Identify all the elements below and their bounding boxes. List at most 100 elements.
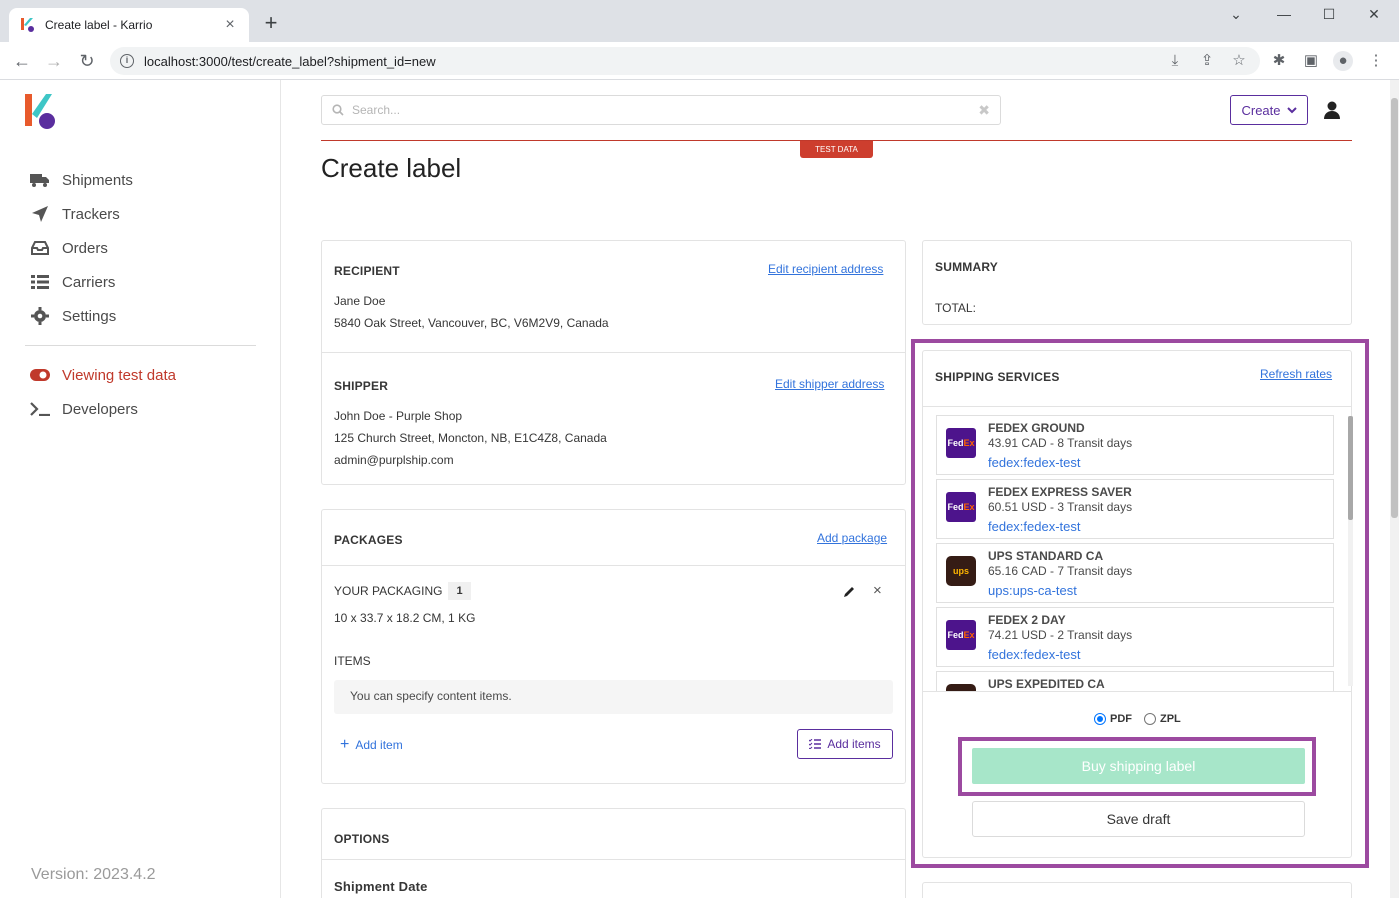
sidebar-item-settings[interactable]: Settings bbox=[30, 307, 116, 325]
packages-card: PACKAGES Add package YOUR PACKAGING 1 × … bbox=[321, 509, 906, 784]
inbox-icon bbox=[30, 239, 50, 257]
sidebar-item-label: Shipments bbox=[62, 171, 133, 189]
page-scrollbar[interactable] bbox=[1390, 80, 1399, 898]
tab-search-icon[interactable]: ⌄ bbox=[1222, 6, 1250, 23]
list-icon bbox=[30, 273, 50, 291]
total-label: TOTAL: bbox=[935, 301, 976, 315]
clear-search-icon[interactable]: ✖ bbox=[978, 102, 990, 119]
edit-pencil-icon[interactable] bbox=[842, 585, 856, 599]
page-title: Create label bbox=[321, 153, 462, 183]
browser-tab-bar: Create label - Karrio × + ⌄ — ☐ ✕ bbox=[0, 0, 1399, 42]
tab-title: Create label - Karrio bbox=[45, 18, 153, 32]
add-items-label: Add items bbox=[827, 737, 881, 751]
reload-icon[interactable]: ↻ bbox=[75, 49, 99, 73]
shipper-address: 125 Church Street, Moncton, NB, E1C4Z8, … bbox=[334, 431, 607, 445]
list-check-icon bbox=[809, 739, 822, 749]
items-title: ITEMS bbox=[334, 654, 371, 668]
options-card: OPTIONS Shipment Date bbox=[321, 808, 906, 898]
recipient-title: RECIPIENT bbox=[334, 264, 400, 278]
divider bbox=[322, 859, 905, 860]
search-icon bbox=[332, 104, 344, 116]
share-icon[interactable]: ⇪ bbox=[1197, 51, 1217, 71]
address-card: RECIPIENT Edit recipient address Jane Do… bbox=[321, 240, 906, 485]
package-name: YOUR PACKAGING bbox=[334, 584, 443, 598]
package-dimensions: 10 x 33.7 x 18.2 CM, 1 KG bbox=[334, 611, 476, 625]
summary-card: SUMMARY TOTAL: bbox=[922, 240, 1352, 325]
items-hint-box: You can specify content items. bbox=[334, 680, 893, 714]
sidebar-item-label: Developers bbox=[62, 400, 138, 418]
chevron-down-icon bbox=[1286, 106, 1297, 113]
recipient-address: 5840 Oak Street, Vancouver, BC, V6M2V9, … bbox=[334, 316, 609, 330]
sidebar-item-carriers[interactable]: Carriers bbox=[30, 273, 115, 291]
version-label: Version: 2023.4.2 bbox=[31, 866, 156, 883]
divider bbox=[322, 352, 905, 353]
main-content: Search... ✖ Create TEST DATA Create labe… bbox=[282, 80, 1389, 898]
maximize-icon[interactable]: ☐ bbox=[1315, 6, 1343, 23]
forward-icon[interactable]: → bbox=[42, 49, 66, 73]
new-tab-icon[interactable]: + bbox=[260, 12, 282, 34]
bookmark-star-icon[interactable]: ☆ bbox=[1229, 51, 1249, 71]
items-hint: You can specify content items. bbox=[350, 689, 512, 703]
recipient-name: Jane Doe bbox=[334, 294, 386, 308]
sidebar-item-shipments[interactable]: Shipments bbox=[30, 171, 133, 189]
add-item-label: Add item bbox=[355, 738, 403, 752]
next-card bbox=[922, 882, 1352, 898]
side-panel-icon[interactable]: ▣ bbox=[1301, 51, 1321, 71]
terminal-icon bbox=[30, 400, 50, 418]
shipper-email: admin@purplship.com bbox=[334, 453, 454, 467]
buy-label-highlight bbox=[958, 737, 1316, 796]
divider bbox=[322, 565, 905, 566]
create-button-label: Create bbox=[1241, 102, 1281, 118]
sidebar-item-developers[interactable]: Developers bbox=[30, 400, 138, 418]
package-header: YOUR PACKAGING 1 bbox=[334, 582, 471, 600]
paper-plane-icon bbox=[30, 205, 50, 223]
toggle-icon bbox=[30, 366, 50, 384]
test-mode-toggle[interactable]: Viewing test data bbox=[30, 366, 176, 384]
create-button[interactable]: Create bbox=[1230, 95, 1308, 125]
summary-title: SUMMARY bbox=[935, 260, 998, 274]
test-mode-label: Viewing test data bbox=[62, 366, 176, 384]
minimize-icon[interactable]: — bbox=[1270, 6, 1298, 22]
truck-icon bbox=[30, 171, 50, 189]
sidebar-divider bbox=[25, 345, 256, 346]
remove-package-icon[interactable]: × bbox=[873, 582, 882, 599]
tab-close-icon[interactable]: × bbox=[221, 16, 239, 34]
sidebar: Shipments Trackers Orders Carriers Setti… bbox=[0, 80, 281, 898]
search-input[interactable]: Search... ✖ bbox=[321, 95, 1001, 125]
add-item-link[interactable]: + Add item bbox=[340, 736, 403, 754]
user-icon[interactable] bbox=[1322, 100, 1342, 120]
sidebar-item-label: Orders bbox=[62, 239, 108, 257]
close-window-icon[interactable]: ✕ bbox=[1360, 6, 1388, 23]
options-title: OPTIONS bbox=[334, 832, 390, 846]
test-data-badge: TEST DATA bbox=[800, 141, 873, 158]
karrio-favicon-icon bbox=[21, 18, 34, 32]
install-icon[interactable]: ⤓ bbox=[1165, 51, 1185, 71]
sidebar-item-label: Settings bbox=[62, 307, 117, 325]
page-scrollbar-thumb[interactable] bbox=[1391, 98, 1398, 518]
shipper-name: John Doe - Purple Shop bbox=[334, 409, 463, 423]
karrio-logo[interactable] bbox=[24, 92, 58, 132]
info-icon[interactable]: i bbox=[120, 54, 134, 68]
search-placeholder: Search... bbox=[352, 103, 401, 117]
menu-dots-icon[interactable]: ⋮ bbox=[1366, 51, 1386, 71]
add-package-link[interactable]: Add package bbox=[817, 531, 887, 545]
profile-icon[interactable]: ● bbox=[1333, 51, 1353, 71]
omnibox[interactable]: i localhost:3000/test/create_label?shipm… bbox=[110, 47, 1260, 75]
sidebar-item-trackers[interactable]: Trackers bbox=[30, 205, 120, 223]
extensions-icon[interactable]: ✱ bbox=[1269, 51, 1289, 71]
sidebar-item-label: Trackers bbox=[62, 205, 120, 223]
address-bar: ← → ↻ i localhost:3000/test/create_label… bbox=[0, 42, 1399, 80]
sidebar-item-orders[interactable]: Orders bbox=[30, 239, 108, 257]
edit-shipper-link[interactable]: Edit shipper address bbox=[775, 377, 884, 391]
edit-recipient-link[interactable]: Edit recipient address bbox=[768, 262, 883, 276]
add-items-button[interactable]: Add items bbox=[797, 729, 893, 759]
gear-icon bbox=[30, 307, 50, 325]
browser-tab[interactable]: Create label - Karrio × bbox=[9, 8, 249, 42]
sidebar-item-label: Carriers bbox=[62, 273, 116, 291]
package-quantity-badge: 1 bbox=[448, 582, 471, 600]
url-text: localhost:3000/test/create_label?shipmen… bbox=[144, 53, 436, 69]
shipment-date-label: Shipment Date bbox=[334, 879, 428, 894]
plus-icon: + bbox=[340, 736, 350, 753]
back-icon[interactable]: ← bbox=[10, 49, 34, 73]
shipper-title: SHIPPER bbox=[334, 379, 389, 393]
